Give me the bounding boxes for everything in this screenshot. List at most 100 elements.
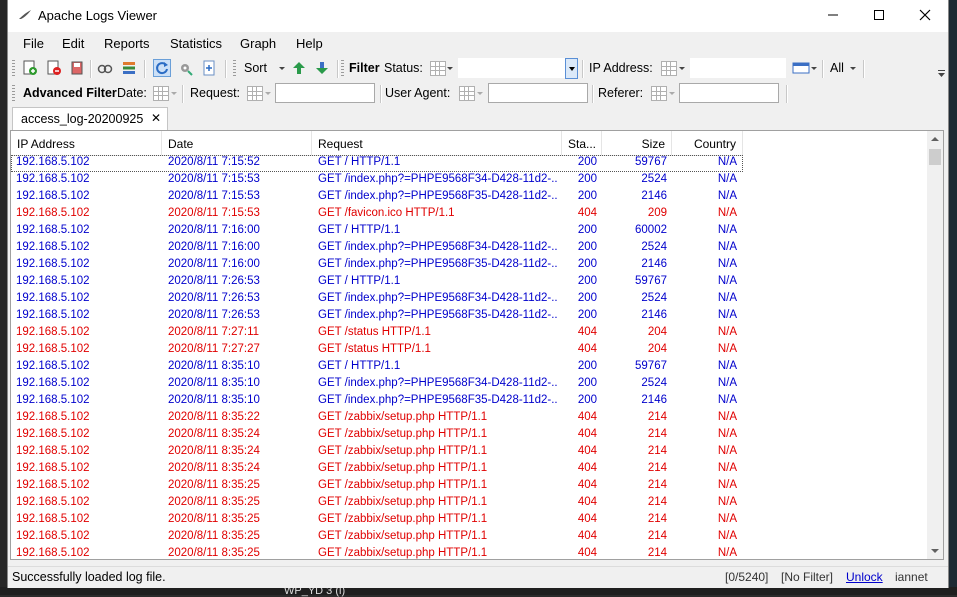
scroll-down-arrow-icon[interactable] — [927, 543, 943, 559]
column-header-status[interactable]: Sta... — [562, 131, 602, 155]
entry-count: [0/5240] — [725, 570, 769, 584]
menu-help[interactable]: Help — [296, 36, 323, 51]
column-header-country[interactable]: Country — [672, 131, 743, 155]
column-header-size[interactable]: Size — [602, 131, 672, 155]
sort-dropdown-arrow[interactable] — [279, 67, 285, 70]
table-row[interactable]: 192.168.5.102 2020/8/11 8:35:24 GET /zabbi… — [11, 461, 743, 478]
table-row[interactable]: 192.168.5.102 2020/8/11 7:15:53 GET /index… — [11, 189, 743, 206]
user-agent-filter-grid-button[interactable] — [459, 86, 475, 101]
table-row[interactable]: 192.168.5.102 2020/8/11 8:35:24 GET /zabbi… — [11, 444, 743, 461]
remove-log-icon[interactable] — [46, 60, 62, 76]
sort-asc-icon[interactable] — [291, 60, 307, 76]
toolbar-grip[interactable] — [12, 85, 15, 103]
table-row[interactable]: 192.168.5.102 2020/8/11 8:35:24 GET /zabbi… — [11, 427, 743, 444]
table-row[interactable]: 192.168.5.102 2020/8/11 7:15:53 GET /index… — [11, 172, 743, 189]
referer-filter-input[interactable] — [679, 83, 779, 103]
column-header-date[interactable]: Date — [162, 131, 312, 155]
table-row[interactable]: 192.168.5.102 2020/8/11 8:35:10 GET /index… — [11, 376, 743, 393]
menu-file[interactable]: File — [23, 36, 44, 51]
menu-graph[interactable]: Graph — [240, 36, 276, 51]
table-row[interactable]: 192.168.5.102 2020/8/11 7:26:53 GET / HTTP… — [11, 274, 743, 291]
ip-address-input[interactable] — [690, 58, 786, 78]
table-row[interactable]: 192.168.5.102 2020/8/11 7:16:00 GET /index… — [11, 240, 743, 257]
ip-filter-dropdown-arrow[interactable] — [679, 67, 685, 70]
sort-button[interactable]: Sort — [244, 61, 267, 75]
toolbar-grip[interactable] — [341, 60, 344, 78]
menu-edit[interactable]: Edit — [62, 36, 84, 51]
all-button[interactable]: All — [830, 61, 844, 75]
table-row[interactable]: 192.168.5.102 2020/8/11 8:35:25 GET /zabbi… — [11, 495, 743, 512]
table-row[interactable]: 192.168.5.102 2020/8/11 7:15:53 GET /favic… — [11, 206, 743, 223]
cell-date: 2020/8/11 8:35:10 — [168, 377, 260, 389]
table-body: 192.168.5.102 2020/8/11 7:15:52 GET / HTTP… — [11, 155, 743, 559]
table-row[interactable]: 192.168.5.102 2020/8/11 7:27:27 GET /statu… — [11, 342, 743, 359]
save-icon[interactable] — [69, 60, 85, 76]
cell-request: GET /zabbix/setup.php HTTP/1.1 — [318, 547, 488, 559]
open-log-icon[interactable] — [22, 60, 38, 76]
list-icon[interactable] — [121, 60, 137, 76]
request-filter-input[interactable] — [275, 83, 375, 103]
export-icon[interactable] — [201, 60, 217, 76]
table-row[interactable]: 192.168.5.102 2020/8/11 7:26:53 GET /index… — [11, 291, 743, 308]
table-row[interactable]: 192.168.5.102 2020/8/11 8:35:10 GET /index… — [11, 393, 743, 410]
all-dropdown-arrow[interactable] — [850, 67, 856, 70]
cell-date: 2020/8/11 7:16:00 — [168, 224, 260, 236]
table-row[interactable]: 192.168.5.102 2020/8/11 8:35:25 GET /zabbi… — [11, 529, 743, 546]
vertical-scrollbar[interactable] — [927, 131, 943, 559]
title-bar: Apache Logs Viewer — [8, 0, 948, 32]
sort-desc-icon[interactable] — [314, 60, 330, 76]
toolbar-grip[interactable] — [12, 60, 15, 78]
log-entries-table[interactable]: IP Address Date Request Sta... Size Coun… — [10, 130, 944, 560]
cell-date: 2020/8/11 8:35:24 — [168, 445, 260, 457]
settings-icon[interactable] — [178, 60, 194, 76]
column-header-request[interactable]: Request — [312, 131, 562, 155]
calendar-icon[interactable] — [792, 60, 810, 76]
ip-filter-grid-button[interactable] — [661, 61, 677, 76]
refresh-icon[interactable] — [153, 59, 171, 77]
status-filter-grid-button[interactable] — [430, 61, 446, 76]
maximize-button[interactable] — [856, 0, 902, 30]
referer-filter-grid-button[interactable] — [651, 86, 667, 101]
cell-date: 2020/8/11 8:35:10 — [168, 394, 260, 406]
table-row[interactable]: 192.168.5.102 2020/8/11 8:35:25 GET /zabbi… — [11, 546, 743, 559]
toolbar-grip[interactable] — [233, 60, 236, 78]
menu-statistics[interactable]: Statistics — [170, 36, 222, 51]
tab-close-icon[interactable]: ✕ — [151, 111, 161, 125]
toolbar-separator — [380, 85, 382, 103]
table-row[interactable]: 192.168.5.102 2020/8/11 7:16:00 GET / HTTP… — [11, 223, 743, 240]
column-header-ip-address[interactable]: IP Address — [11, 131, 162, 155]
status-combo-dropdown-button[interactable] — [565, 58, 578, 79]
status-combo-input[interactable] — [458, 58, 566, 78]
scroll-thumb[interactable] — [929, 149, 941, 165]
table-row[interactable]: 192.168.5.102 2020/8/11 8:35:10 GET / HTTP… — [11, 359, 743, 376]
request-filter-grid-button[interactable] — [247, 86, 263, 101]
date-filter-dropdown-arrow[interactable] — [171, 92, 177, 95]
scroll-up-arrow-icon[interactable] — [927, 131, 943, 147]
cell-request: GET /zabbix/setup.php HTTP/1.1 — [318, 496, 488, 508]
date-range-dropdown-arrow[interactable] — [811, 67, 817, 70]
table-row[interactable]: 192.168.5.102 2020/8/11 7:16:00 GET /index… — [11, 257, 743, 274]
cell-size: 2524 — [641, 292, 667, 304]
table-row[interactable]: 192.168.5.102 2020/8/11 8:35:25 GET /zabbi… — [11, 478, 743, 495]
close-button[interactable] — [902, 0, 948, 30]
find-icon[interactable] — [97, 60, 113, 76]
request-filter-dropdown-arrow[interactable] — [265, 92, 271, 95]
toolbar-overflow-icon[interactable] — [938, 70, 946, 78]
user-agent-filter-dropdown-arrow[interactable] — [477, 92, 483, 95]
table-row[interactable]: 192.168.5.102 2020/8/11 8:35:22 GET /zabbi… — [11, 410, 743, 427]
date-filter-grid-button[interactable] — [153, 86, 169, 101]
unlock-link[interactable]: Unlock — [846, 570, 883, 584]
tab-access-log[interactable]: access_log-20200925 ✕ — [12, 107, 168, 130]
minimize-button[interactable] — [810, 0, 856, 30]
cell-ip-address: 192.168.5.102 — [16, 207, 90, 219]
table-row[interactable]: 192.168.5.102 2020/8/11 7:15:52 GET / HTTP… — [11, 155, 743, 172]
cell-ip-address: 192.168.5.102 — [16, 377, 90, 389]
table-row[interactable]: 192.168.5.102 2020/8/11 7:27:11 GET /statu… — [11, 325, 743, 342]
user-agent-filter-input[interactable] — [488, 83, 588, 103]
table-row[interactable]: 192.168.5.102 2020/8/11 8:35:25 GET /zabbi… — [11, 512, 743, 529]
table-row[interactable]: 192.168.5.102 2020/8/11 7:26:53 GET /index… — [11, 308, 743, 325]
referer-filter-dropdown-arrow[interactable] — [669, 92, 675, 95]
cell-country: N/A — [717, 377, 737, 389]
status-filter-dropdown-arrow[interactable] — [447, 67, 453, 70]
menu-reports[interactable]: Reports — [104, 36, 150, 51]
